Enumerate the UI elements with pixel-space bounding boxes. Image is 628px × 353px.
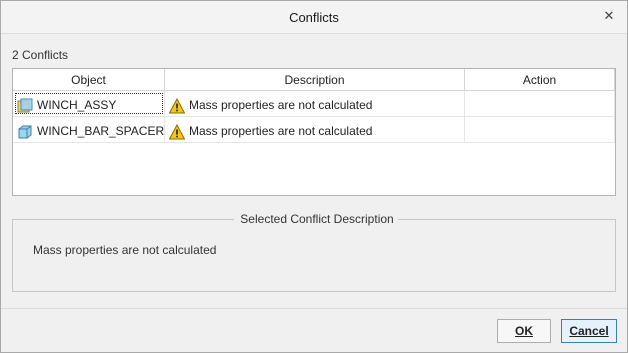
description-cell[interactable]: Mass properties are not calculated xyxy=(165,91,465,117)
table-header: Object Description Action xyxy=(13,69,615,91)
ok-button[interactable]: OK xyxy=(497,319,551,343)
description-text: Mass properties are not calculated xyxy=(189,97,373,112)
cancel-button[interactable]: Cancel xyxy=(561,319,617,343)
group-border xyxy=(398,219,616,220)
table-row[interactable]: WINCH_ASSY Mass properties are not calcu… xyxy=(13,91,615,117)
title-bar: Conflicts ✕ xyxy=(1,1,627,34)
column-header-description[interactable]: Description xyxy=(165,69,465,91)
group-border xyxy=(12,219,234,220)
object-cell[interactable]: WINCH_ASSY xyxy=(13,91,165,117)
group-title: Selected Conflict Description xyxy=(237,212,397,226)
dialog-title: Conflicts xyxy=(289,10,339,25)
column-header-action[interactable]: Action xyxy=(465,69,615,91)
action-cell[interactable] xyxy=(465,117,615,143)
warning-icon xyxy=(168,97,186,114)
object-cell[interactable]: WINCH_BAR_SPACER xyxy=(13,117,165,143)
conflict-count: 2 Conflicts xyxy=(12,48,69,62)
part-icon xyxy=(17,123,33,139)
warning-icon xyxy=(168,123,186,140)
close-icon[interactable]: ✕ xyxy=(601,8,617,24)
selected-conflict-text: Mass properties are not calculated xyxy=(33,243,217,257)
focus-outline xyxy=(15,93,163,114)
description-cell[interactable]: Mass properties are not calculated xyxy=(165,117,465,143)
conflicts-table: Object Description Action WINCH_ASSY Mas… xyxy=(12,68,616,196)
conflicts-dialog: Conflicts ✕ 2 Conflicts Object Descripti… xyxy=(0,0,628,353)
column-header-object[interactable]: Object xyxy=(13,69,165,91)
object-name: WINCH_BAR_SPACER xyxy=(37,123,165,138)
footer-divider xyxy=(1,308,627,309)
ok-label: OK xyxy=(515,324,533,338)
cancel-label: Cancel xyxy=(569,324,609,338)
description-text: Mass properties are not calculated xyxy=(189,123,373,138)
action-cell[interactable] xyxy=(465,91,615,117)
table-row[interactable]: WINCH_BAR_SPACER Mass properties are not… xyxy=(13,117,615,143)
